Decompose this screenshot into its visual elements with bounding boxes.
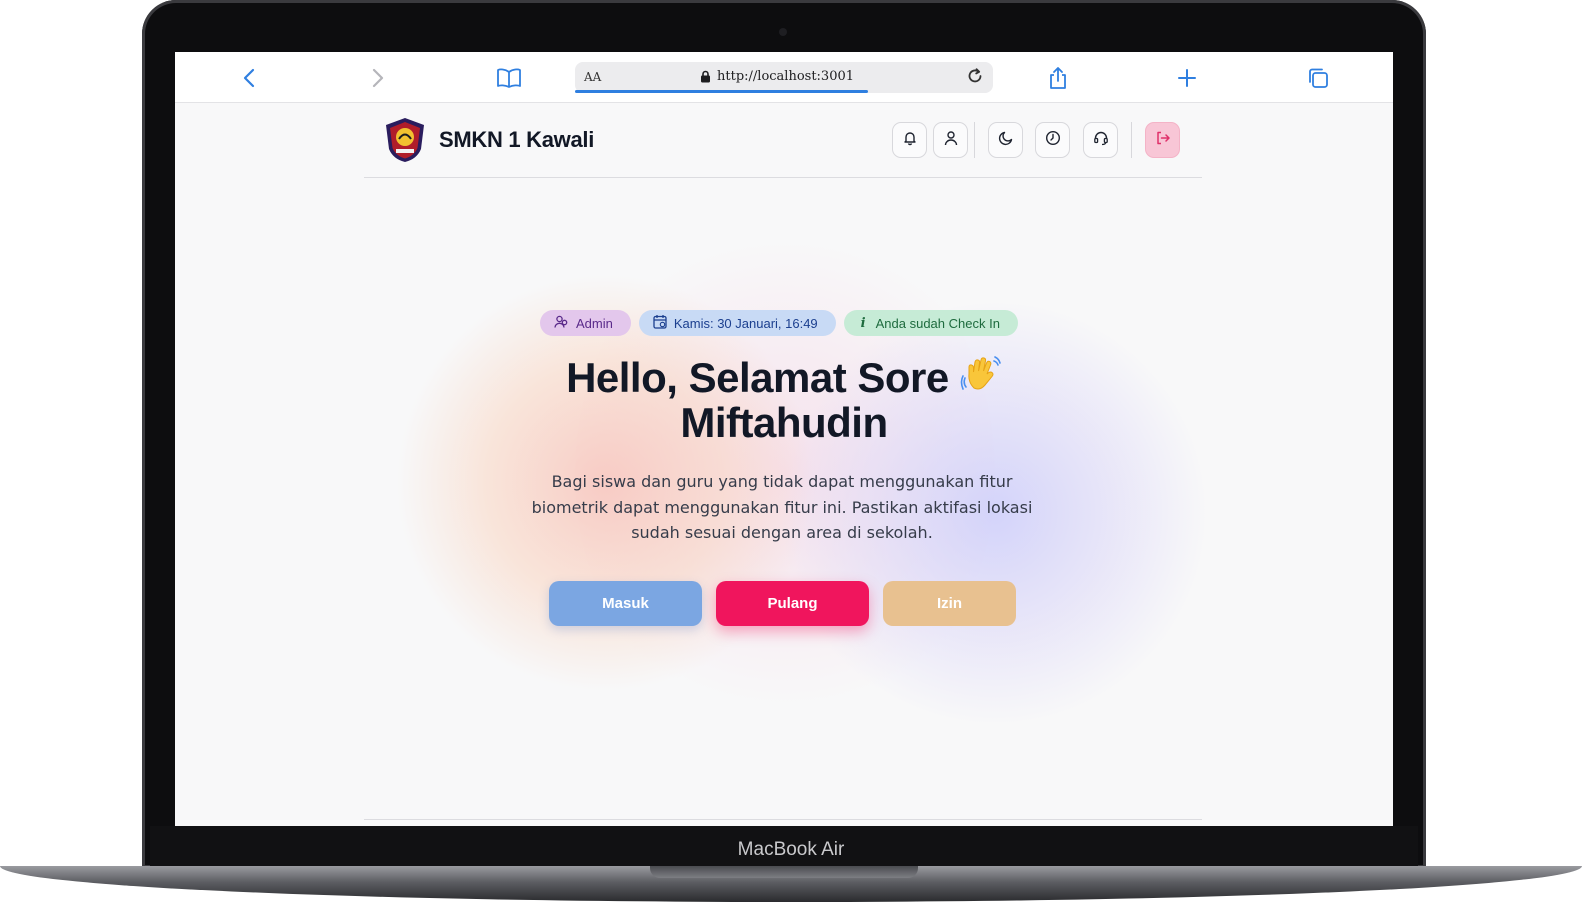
camera-dot: [779, 28, 787, 36]
clock-icon: [1045, 130, 1061, 151]
reader-mode-button[interactable]: AA: [584, 70, 601, 84]
header-divider: [1131, 122, 1132, 158]
reload-icon[interactable]: [965, 66, 985, 91]
status-label: Anda sudah Check In: [875, 315, 1000, 331]
date-label: Kamis: 30 Januari, 16:49: [673, 315, 818, 331]
history-button[interactable]: [1035, 122, 1070, 158]
bookmarks-icon[interactable]: [495, 64, 523, 92]
permission-button[interactable]: Izin: [883, 581, 1016, 626]
load-progress-bar: [575, 90, 868, 93]
calendar-icon: [653, 314, 667, 332]
status-badges: Admin Kamis: 30 Januari, 16:49 i Anda su…: [540, 310, 1018, 336]
role-badge: Admin: [540, 310, 631, 336]
theme-toggle-button[interactable]: [988, 122, 1023, 158]
page: SMKN 1 Kawali Admin Kamis: 30 Januari, 1…: [175, 103, 1393, 826]
waving-hand-icon: [960, 354, 1002, 396]
user-icon: [943, 130, 959, 151]
support-headset-icon: [1093, 130, 1109, 151]
user-name: Miftahudin: [680, 399, 888, 446]
date-badge: Kamis: 30 Januari, 16:49: [638, 310, 836, 336]
site-header: SMKN 1 Kawali: [364, 103, 1202, 178]
share-icon[interactable]: [1044, 64, 1072, 92]
logout-button[interactable]: [1145, 122, 1180, 158]
check-out-button[interactable]: Pulang: [716, 581, 869, 626]
new-tab-icon[interactable]: [1173, 64, 1201, 92]
model-label: MacBook Air: [737, 839, 845, 860]
school-logo[interactable]: [384, 117, 426, 163]
attendance-actions: Masuk Pulang Izin: [549, 581, 1016, 626]
greeting-heading: Hello, Selamat Sore Miftahudin: [475, 354, 1093, 445]
url-bar[interactable]: AA http://localhost:3001: [575, 62, 993, 93]
url-text: http://localhost:3001: [717, 69, 855, 84]
hinge-notch: [650, 866, 918, 878]
users-icon: [554, 314, 569, 332]
check-in-status-badge: i Anda sudah Check In: [843, 310, 1018, 336]
description-text: Bagi siswa dan guru yang tidak dapat men…: [531, 472, 1033, 542]
brand-name[interactable]: SMKN 1 Kawali: [439, 127, 594, 153]
greeting-line: Hello, Selamat Sore: [566, 354, 949, 401]
support-button[interactable]: [1083, 122, 1118, 158]
profile-button[interactable]: [933, 122, 968, 158]
tabs-icon[interactable]: [1304, 64, 1332, 92]
footer-divider: [364, 819, 1202, 820]
back-icon[interactable]: [235, 64, 263, 92]
logout-icon: [1155, 130, 1171, 151]
header-divider: [974, 122, 975, 158]
lock-icon: [700, 70, 711, 87]
notification-button[interactable]: [892, 122, 927, 158]
theme-toggle-icon: [998, 130, 1014, 151]
info-icon: i: [860, 315, 866, 331]
forward-icon[interactable]: [364, 64, 392, 92]
check-in-button[interactable]: Masuk: [549, 581, 702, 626]
bell-icon: [902, 130, 918, 151]
screen: AA http://localhost:3001 SMKN 1 Kawali A…: [175, 52, 1393, 826]
browser-toolbar: AA http://localhost:3001: [175, 52, 1393, 103]
role-label: Admin: [576, 315, 613, 331]
